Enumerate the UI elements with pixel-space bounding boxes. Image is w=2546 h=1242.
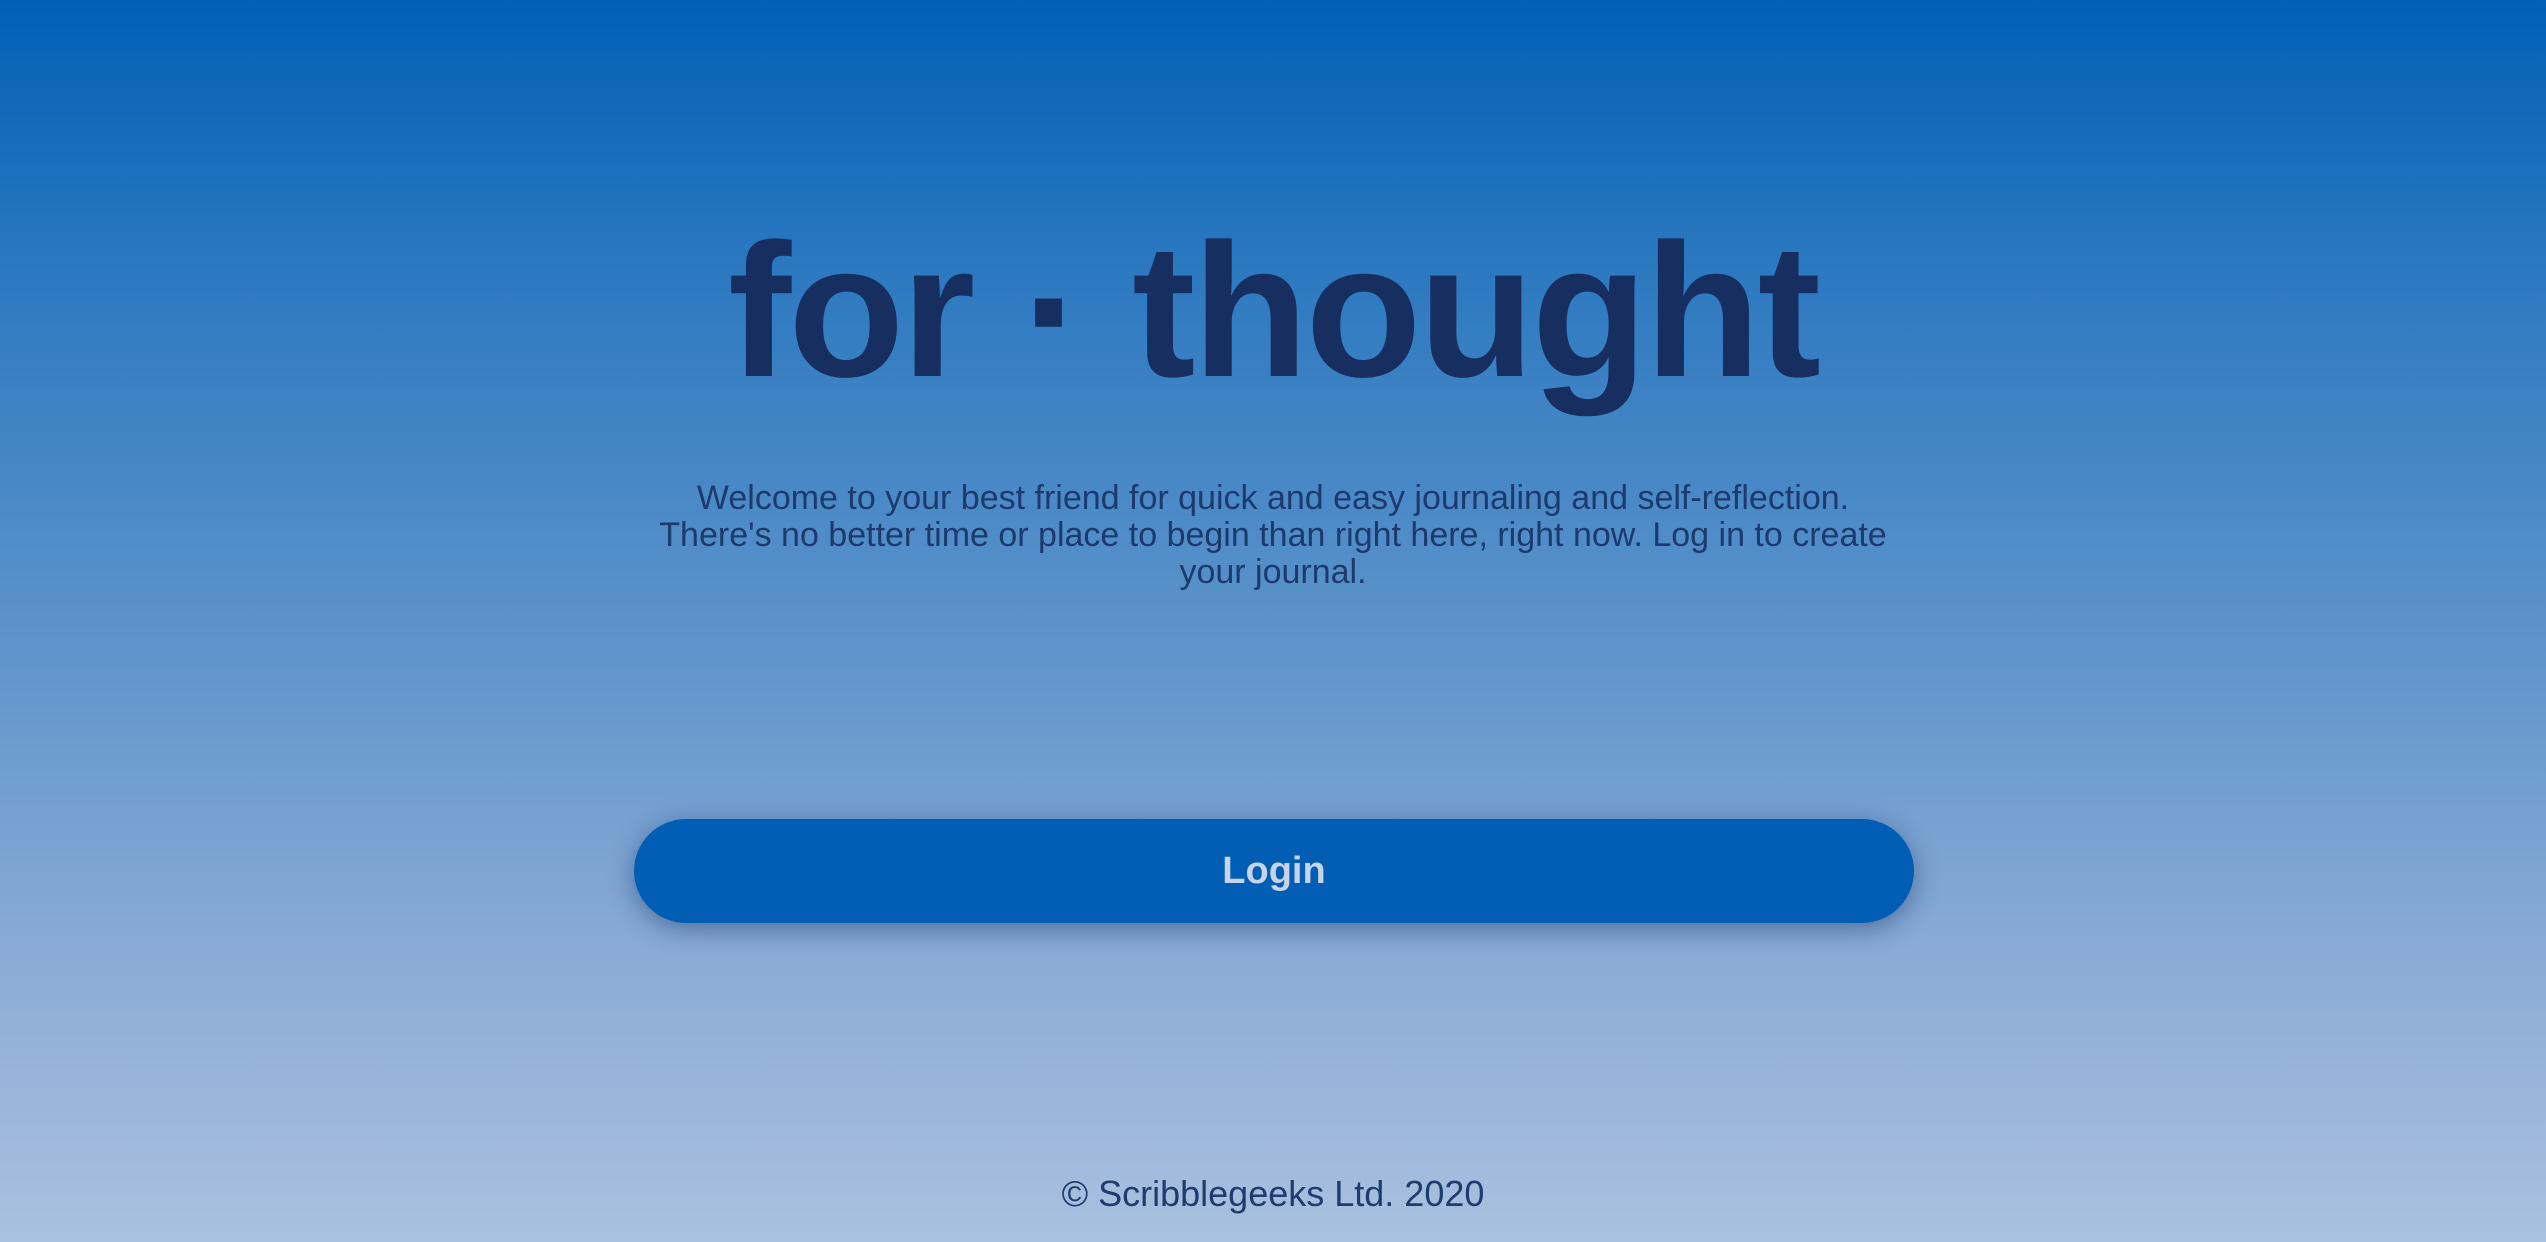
footer-copyright: © Scribblegeeks Ltd. 2020	[1061, 1173, 1485, 1214]
app-title: for · thought	[728, 205, 1821, 418]
login-button[interactable]: Login	[634, 819, 1914, 923]
login-button-label: Login	[1222, 849, 1326, 892]
welcome-text: Welcome to your best friend for quick an…	[659, 479, 1887, 591]
